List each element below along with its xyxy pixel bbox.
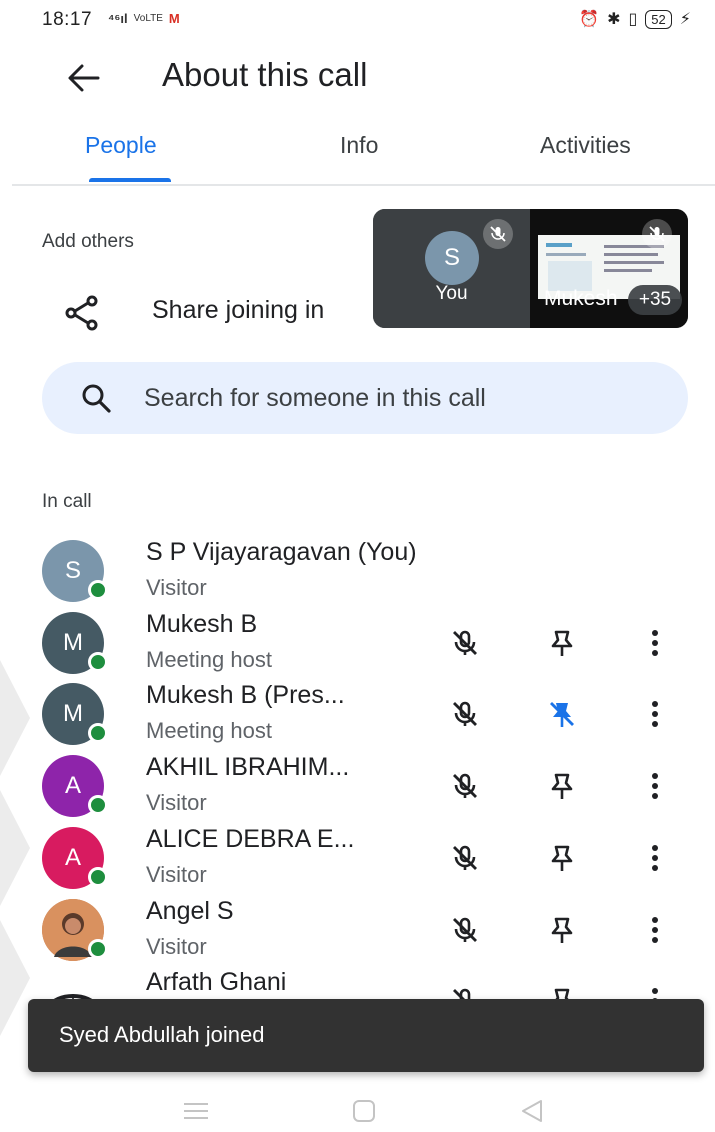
tab-info[interactable]: Info — [340, 132, 378, 159]
presenter-name: Mukesh — [544, 287, 618, 310]
unpin-icon[interactable] — [538, 690, 586, 738]
mic-off-icon[interactable] — [441, 619, 489, 667]
nav-home-button[interactable] — [346, 1096, 382, 1126]
status-time: 18:17 — [42, 9, 93, 30]
self-video-tile[interactable]: S You — [373, 209, 530, 328]
share-joining-info-label: Share joining in — [152, 296, 325, 324]
participant-name: Mukesh B (Pres... — [146, 681, 345, 709]
search-icon — [78, 380, 114, 416]
charging-icon: ⚡ — [679, 11, 691, 28]
online-status-dot — [88, 939, 108, 959]
gmail-icon: M — [168, 11, 180, 26]
presentation-tile[interactable]: Mukesh +35 — [530, 209, 688, 328]
participant-role: Meeting host — [146, 647, 272, 672]
tab-bar: People Info Activities — [12, 126, 715, 186]
participant-row[interactable]: Angel S Visitor — [0, 894, 715, 966]
nav-menu-button[interactable] — [178, 1096, 214, 1126]
mic-off-icon[interactable] — [441, 762, 489, 810]
nav-back-button[interactable] — [514, 1096, 550, 1126]
pin-icon[interactable] — [538, 762, 586, 810]
participant-row[interactable]: M Mukesh B Meeting host — [0, 607, 715, 679]
search-box[interactable] — [42, 362, 688, 434]
online-status-dot — [88, 795, 108, 815]
mic-off-icon[interactable] — [441, 906, 489, 954]
more-options-icon[interactable] — [631, 762, 679, 810]
in-call-label: In call — [42, 491, 92, 512]
pin-icon[interactable] — [538, 906, 586, 954]
participant-name: Mukesh B — [146, 610, 258, 638]
participant-role: Visitor — [146, 790, 207, 815]
pin-icon[interactable] — [538, 619, 586, 667]
video-preview-overlay[interactable]: S You Mukesh +35 — [373, 209, 688, 328]
participant-name: ALICE DEBRA E... — [146, 825, 355, 853]
more-options-icon[interactable] — [631, 690, 679, 738]
battery-level: 52 — [645, 9, 672, 29]
self-avatar: S — [425, 231, 479, 285]
volte-icon: VoLTE — [133, 13, 163, 24]
participant-role: Visitor — [146, 862, 207, 887]
page-title: About this call — [162, 56, 368, 93]
more-options-icon[interactable] — [631, 834, 679, 882]
participant-name: S P Vijayaragavan (You) — [146, 538, 417, 566]
snackbar: Syed Abdullah joined — [28, 999, 704, 1072]
home-square-icon — [353, 1100, 375, 1122]
more-options-icon[interactable] — [631, 906, 679, 954]
self-tile-label: You — [435, 283, 468, 304]
online-status-dot — [88, 580, 108, 600]
bluetooth-icon: ✱ — [607, 11, 621, 28]
participant-role: Visitor — [146, 934, 207, 959]
participant-row[interactable]: M Mukesh B (Pres... Meeting host — [0, 678, 715, 750]
tab-activities[interactable]: Activities — [540, 132, 631, 159]
participant-role: Visitor — [146, 575, 207, 600]
online-status-dot — [88, 867, 108, 887]
online-status-dot — [88, 723, 108, 743]
more-options-icon[interactable] — [631, 619, 679, 667]
status-left-icons: ⁴⁶ıl VoLTE M — [108, 11, 180, 26]
participant-name: Arfath Ghani — [146, 968, 287, 996]
add-others-label: Add others — [42, 231, 134, 252]
pin-icon[interactable] — [538, 834, 586, 882]
mic-off-icon[interactable] — [441, 834, 489, 882]
back-button[interactable] — [58, 56, 108, 100]
system-nav-bar — [0, 1088, 715, 1132]
back-triangle-icon — [522, 1100, 542, 1122]
more-participants-count: +35 — [628, 285, 682, 315]
menu-icon — [184, 1103, 208, 1119]
participant-role: Meeting host — [146, 718, 272, 743]
active-tab-indicator — [89, 178, 171, 182]
vibrate-icon: ▯ — [628, 11, 638, 28]
network-signal-icon: ⁴⁶ıl — [108, 11, 128, 26]
snackbar-message: Syed Abdullah joined — [59, 1022, 265, 1047]
search-input[interactable] — [142, 382, 646, 414]
participant-name: AKHIL IBRAHIM... — [146, 753, 350, 781]
share-icon — [62, 293, 102, 333]
participant-row[interactable]: SS P Vijayaragavan (You) Visitor — [0, 535, 715, 607]
participant-row[interactable]: A AKHIL IBRAHIM... Visitor — [0, 750, 715, 822]
participant-name: Angel S — [146, 897, 234, 925]
mic-off-icon[interactable] — [441, 690, 489, 738]
tab-people[interactable]: People — [85, 132, 157, 159]
arrow-left-icon — [68, 64, 100, 92]
status-bar: 18:17 ⁴⁶ıl VoLTE M ⏰ ✱ ▯ 52 ⚡ — [0, 0, 715, 40]
mic-off-icon — [642, 219, 672, 249]
status-right-icons: ⏰ ✱ ▯ 52 ⚡ — [579, 9, 691, 29]
alarm-icon: ⏰ — [579, 11, 600, 28]
online-status-dot — [88, 652, 108, 672]
participant-row[interactable]: A ALICE DEBRA E... Visitor — [0, 822, 715, 894]
mic-off-icon — [483, 219, 513, 249]
